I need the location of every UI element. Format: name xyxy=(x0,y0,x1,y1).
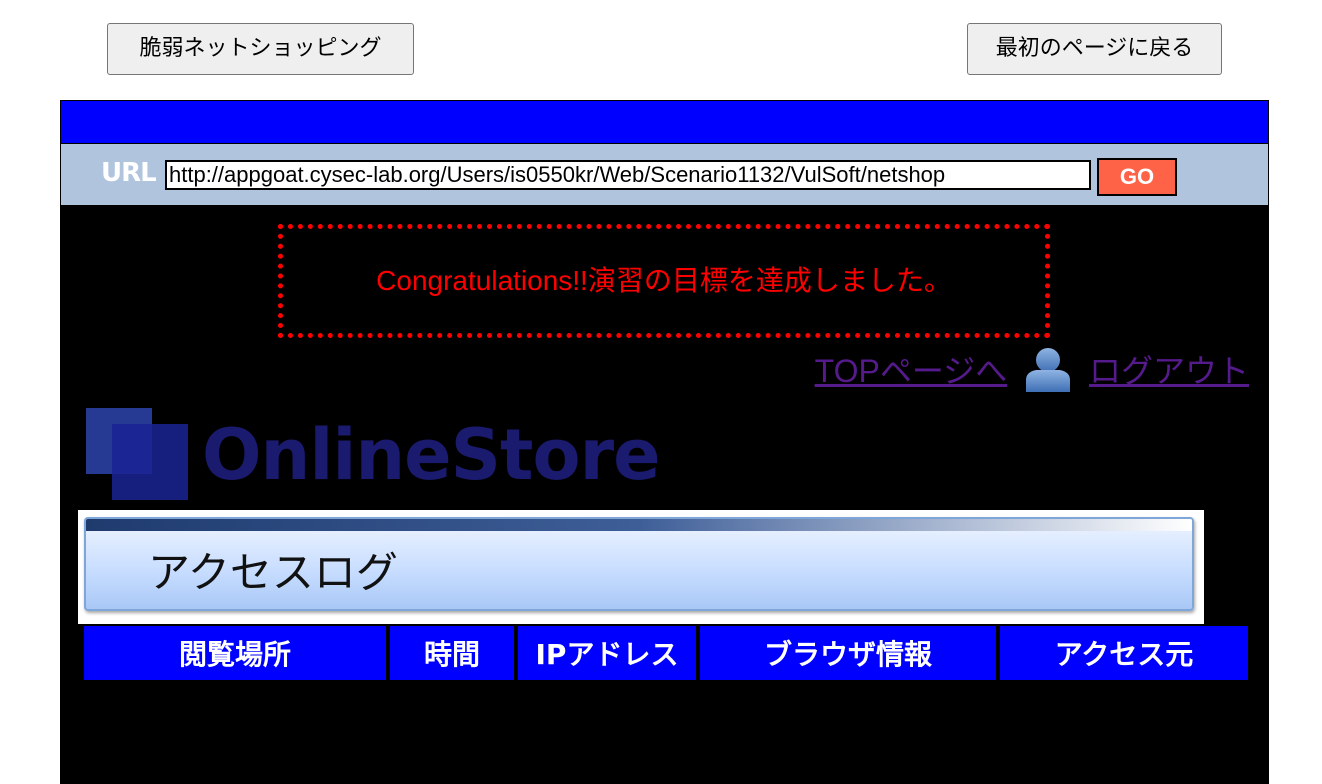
column-header-browser-info: ブラウザ情報 xyxy=(700,626,996,680)
onlinestore-logo: OnlineStore xyxy=(84,406,704,502)
url-input[interactable] xyxy=(165,160,1091,190)
access-log-header: アクセスログ xyxy=(78,510,1204,624)
url-label: URL xyxy=(101,158,157,188)
logo-square-front xyxy=(112,424,188,500)
table-header-row: 閲覧場所 時間 IPアドレス ブラウザ情報 アクセス元 xyxy=(84,626,1248,680)
column-header-ip-address: IPアドレス xyxy=(518,626,696,680)
back-to-first-page-button[interactable]: 最初のページに戻る xyxy=(967,23,1222,75)
access-log-header-banner: アクセスログ xyxy=(84,517,1194,611)
column-header-referrer: アクセス元 xyxy=(1000,626,1248,680)
column-header-location: 閲覧場所 xyxy=(84,626,386,680)
access-log-table: 閲覧場所 時間 IPアドレス ブラウザ情報 アクセス元 xyxy=(80,626,1252,680)
section-title: アクセスログ xyxy=(148,548,398,597)
title-bar xyxy=(60,100,1269,144)
go-button[interactable]: GO xyxy=(1097,158,1177,196)
logout-link[interactable]: ログアウト xyxy=(1089,353,1249,389)
browser-frame: URL GO Congratulations!!演習の目標を達成しました。 TO… xyxy=(60,100,1269,784)
url-bar: URL GO xyxy=(60,144,1269,205)
congratulations-message: Congratulations!!演習の目標を達成しました。 xyxy=(278,224,1050,338)
user-nav: TOPページへ ログアウト xyxy=(815,346,1249,396)
top-page-link[interactable]: TOPページへ xyxy=(815,353,1008,389)
user-icon xyxy=(1024,346,1072,392)
header-stripe xyxy=(86,519,1192,531)
column-header-time: 時間 xyxy=(390,626,514,680)
logo-text: OnlineStore xyxy=(202,414,661,496)
app-name-button[interactable]: 脆弱ネットショッピング xyxy=(107,23,414,75)
